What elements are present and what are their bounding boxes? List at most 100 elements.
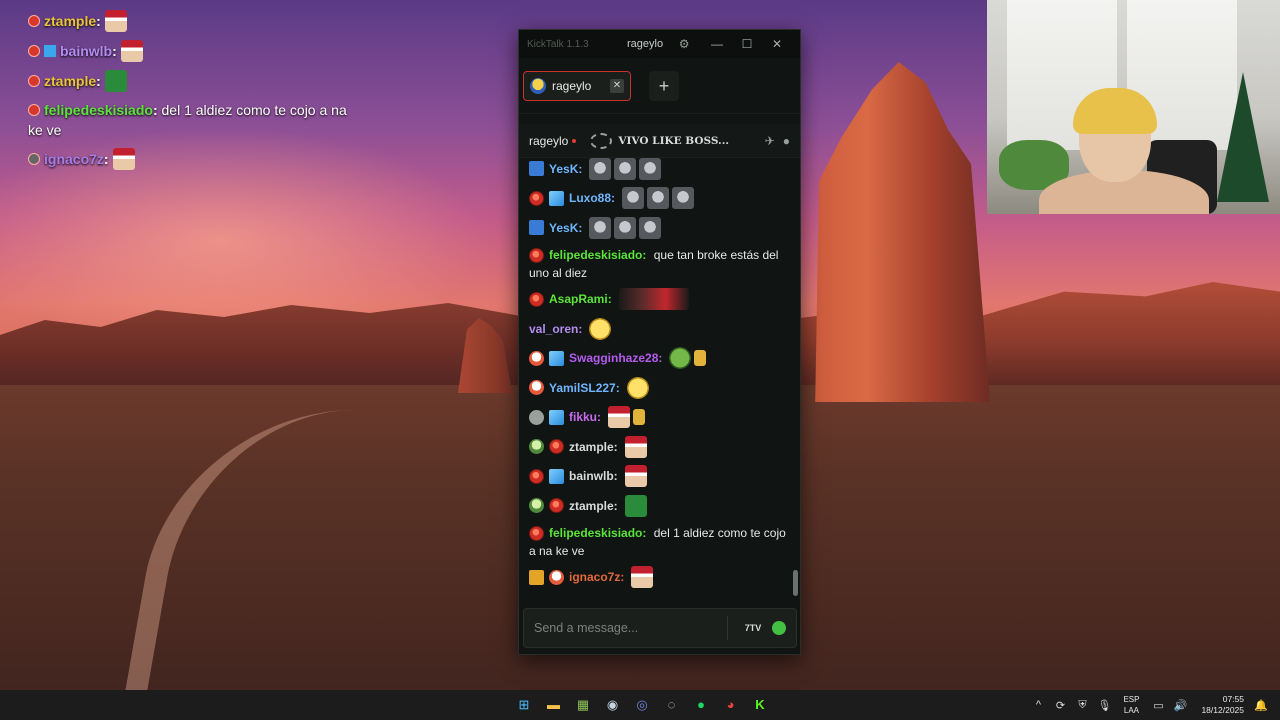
notification-bell-icon[interactable]: 🔔: [1252, 699, 1270, 712]
chat-username[interactable]: ignaco7z:: [569, 568, 624, 586]
taskbar: ⊞ ▬ ▦ ◉ ◎ ◌ ● ◕ K ^ ⟳ ⛨ 🎙 ESP LAA ▭ 🔊 07…: [0, 690, 1280, 720]
alien-badge-icon: [529, 439, 544, 455]
prime-badge-icon: [529, 220, 544, 236]
chat-username[interactable]: fikku:: [569, 408, 601, 426]
santa-emote-icon: [624, 465, 647, 488]
santa-emote-icon: [608, 406, 631, 429]
clock-date: 18/12/2025: [1201, 705, 1244, 715]
red-badge-icon: [529, 468, 544, 484]
current-user[interactable]: rageylo: [627, 38, 663, 50]
grey-emote-icon: [639, 216, 662, 239]
shield-icon[interactable]: ⛨: [1073, 699, 1091, 712]
steam-icon[interactable]: ◉: [601, 693, 625, 717]
chat-message: YamilSL227:: [529, 373, 792, 403]
skull-badge-icon: [529, 380, 544, 396]
chat-username[interactable]: Luxo88:: [569, 189, 615, 207]
grey-emote-icon: [589, 157, 612, 180]
taskbar-apps: ⊞ ▬ ▦ ◉ ◎ ◌ ● ◕ K: [512, 693, 778, 717]
overlay-message: ztample:: [28, 70, 358, 92]
system-tray: ^ ⟳ ⛨ 🎙 ESP LAA ▭ 🔊 07:55 18/12/2025 🔔: [1025, 690, 1270, 720]
chat-message: ignaco7z:: [529, 563, 792, 593]
grey-emote-icon: [647, 187, 670, 210]
webcam-feed: [987, 0, 1280, 214]
chat-username[interactable]: felipedeskisiado:: [549, 526, 646, 540]
overlay-username: ztample: [44, 13, 97, 29]
microphone-icon[interactable]: 🎙: [1095, 699, 1113, 712]
chat-scrollbar[interactable]: [793, 570, 798, 596]
chat-username[interactable]: YesK:: [549, 219, 582, 237]
chat-username[interactable]: YamilSL227:: [549, 379, 620, 397]
chat-username[interactable]: AsapRami:: [549, 290, 612, 308]
chat-message: YesK:: [529, 154, 792, 184]
clock-time: 07:55: [1222, 694, 1244, 704]
message-input[interactable]: [534, 621, 719, 635]
volume-icon[interactable]: 🔊: [1171, 699, 1189, 712]
grey-emote-icon: [672, 187, 695, 210]
grey-emote-icon: [639, 157, 662, 180]
red-badge-icon: [529, 247, 544, 263]
kicktalk-window: KickTalk 1.1.3 rageylo ⚙ — ☐ ✕ rageylo ✕…: [518, 29, 801, 655]
chat-username[interactable]: YesK:: [549, 160, 582, 178]
add-tab-button[interactable]: +: [649, 70, 679, 101]
chat-username[interactable]: val_oren:: [529, 320, 582, 338]
chat-username[interactable]: Swagginhaze28:: [569, 349, 662, 367]
gear-icon[interactable]: ⚙: [677, 37, 691, 51]
obs-icon[interactable]: ◌: [660, 693, 684, 717]
7tv-emote-button[interactable]: 7TV: [742, 617, 764, 639]
chat-username[interactable]: felipedeskisiado:: [549, 248, 646, 262]
minimize-button[interactable]: —: [702, 37, 732, 51]
sync-icon[interactable]: ⟳: [1051, 699, 1069, 712]
close-tab-icon[interactable]: ✕: [610, 78, 624, 93]
smile-emote-icon: [626, 376, 649, 399]
rocket-icon[interactable]: ✈: [765, 134, 775, 148]
spotify-icon[interactable]: ●: [689, 693, 713, 717]
skull-badge-icon: [28, 153, 40, 165]
cube-badge-icon: [44, 45, 56, 57]
chat-username[interactable]: ztample:: [569, 438, 618, 456]
cube-badge-icon: [549, 468, 564, 484]
cube-badge-icon: [549, 190, 564, 206]
chat-username[interactable]: ztample:: [569, 497, 618, 515]
cube-badge-icon: [549, 350, 564, 366]
file-explorer-icon[interactable]: ▬: [542, 693, 566, 717]
input-divider: [727, 616, 728, 640]
chat-message: val_oren:: [529, 314, 792, 344]
red-badge-icon: [28, 104, 40, 116]
overlay-message: ignaco7z:: [28, 148, 358, 170]
game-app-icon[interactable]: ▦: [571, 693, 595, 717]
cube-badge-icon: [549, 409, 564, 425]
skull-badge-icon: [529, 350, 544, 366]
alien-badge-icon: [529, 498, 544, 514]
red-badge-icon: [529, 525, 544, 541]
user-icon[interactable]: ●: [783, 134, 790, 148]
chat-message: Swagginhaze28:: [529, 344, 792, 374]
grey-emote-icon: [614, 157, 637, 180]
prime-badge-icon: [529, 161, 544, 177]
chat-messages[interactable]: YesK: Luxo88: YesK: felipedeskisiado: qu…: [519, 154, 802, 600]
overlay-username: ignaco7z: [44, 151, 104, 167]
title-bar[interactable]: KickTalk 1.1.3 rageylo ⚙ — ☐ ✕: [519, 30, 800, 58]
overlay-username: felipedeskisiado: [44, 102, 153, 118]
maximize-button[interactable]: ☐: [732, 37, 762, 51]
chrome-icon[interactable]: ◕: [719, 693, 743, 717]
channel-name[interactable]: rageylo: [529, 134, 568, 148]
close-button[interactable]: ✕: [762, 37, 792, 51]
wallpaper-monolith: [815, 62, 990, 402]
tab-rageylo[interactable]: rageylo ✕: [523, 70, 631, 101]
network-icon[interactable]: ▭: [1149, 699, 1167, 712]
discord-icon[interactable]: ◎: [630, 693, 654, 717]
windows-start-icon[interactable]: ⊞: [512, 693, 536, 717]
chat-username[interactable]: bainwlb:: [569, 467, 618, 485]
santa-emote-icon: [624, 435, 647, 458]
clock[interactable]: 07:55 18/12/2025: [1201, 694, 1244, 716]
red-badge-icon: [549, 439, 564, 455]
chevron-up-icon[interactable]: ^: [1029, 699, 1047, 711]
overlay-username: bainwlb: [60, 43, 113, 59]
grey-emote-icon: [614, 216, 637, 239]
kick-icon[interactable]: K: [748, 693, 772, 717]
emoji-picker-icon[interactable]: [772, 621, 786, 635]
chat-message: felipedeskisiado: del 1 aldiez como te c…: [529, 521, 792, 563]
language-indicator[interactable]: ESP LAA: [1123, 694, 1139, 716]
frog-emote-icon: [669, 347, 692, 370]
overlay-message: bainwlb:: [28, 40, 358, 62]
